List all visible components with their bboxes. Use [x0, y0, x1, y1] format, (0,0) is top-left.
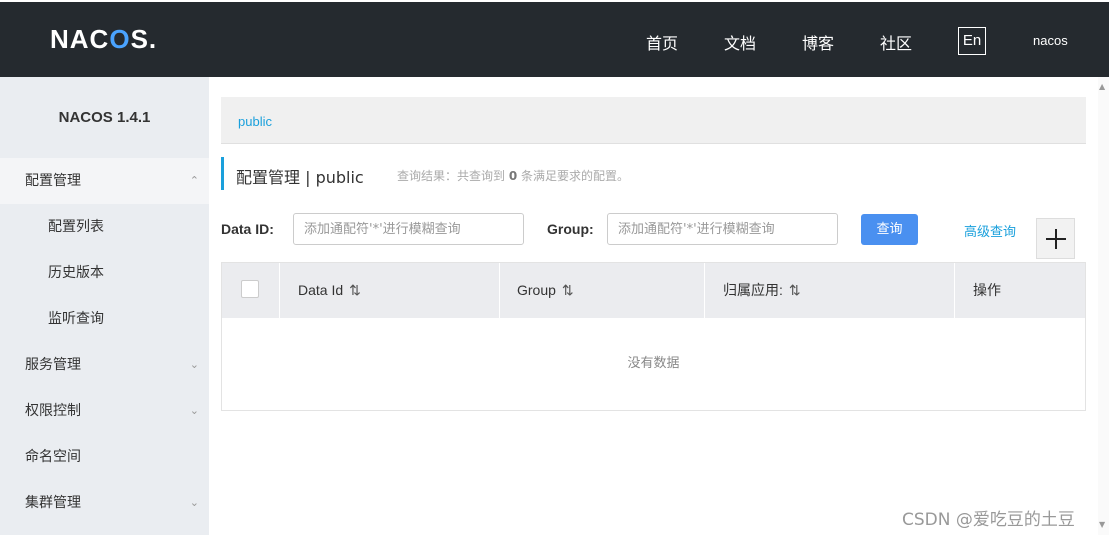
chevron-down-icon: ⌄: [189, 496, 199, 509]
chevron-down-icon: ⌄: [189, 358, 199, 371]
sort-icon[interactable]: ⇅: [562, 282, 574, 298]
plus-icon: [1045, 229, 1066, 249]
sidebar-item-label: 监听查询: [48, 311, 104, 327]
config-table: Data Id ⇅ Group ⇅ 归属应用: ⇅ 操作 没有数据: [221, 262, 1086, 411]
sidebar-item-history-versions[interactable]: 历史版本: [0, 250, 209, 296]
sidebar-title: NACOS 1.4.1: [58, 109, 151, 126]
namespace-bar: public: [221, 97, 1086, 144]
page-title: 配置管理 | public: [236, 168, 364, 187]
scroll-down-icon[interactable]: ▼: [1099, 520, 1105, 529]
language-switch-button[interactable]: En: [958, 27, 986, 55]
query-result-count: 0: [508, 169, 518, 183]
scrollbar[interactable]: [1098, 77, 1109, 535]
sidebar-item-label: 权限控制: [25, 403, 81, 419]
empty-state-text: 没有数据: [627, 356, 680, 371]
sidebar-item-namespace[interactable]: 命名空间: [0, 434, 209, 480]
sort-icon[interactable]: ⇅: [349, 282, 361, 298]
sidebar-item-config-management[interactable]: 配置管理 ⌃: [0, 158, 209, 204]
query-button[interactable]: 查询: [861, 214, 918, 245]
advanced-query-link[interactable]: 高级查询: [964, 221, 1016, 240]
sidebar-item-label: 配置列表: [48, 219, 104, 235]
sidebar-item-label: 命名空间: [25, 449, 81, 465]
sidebar-item-config-list[interactable]: 配置列表: [0, 204, 209, 250]
column-header-group[interactable]: Group ⇅: [517, 263, 574, 318]
nav-home[interactable]: 首页: [646, 30, 678, 54]
sidebar-item-listener-query[interactable]: 监听查询: [0, 296, 209, 342]
sidebar-item-access-control[interactable]: 权限控制 ⌄: [0, 388, 209, 434]
sidebar-item-service-management[interactable]: 服务管理 ⌄: [0, 342, 209, 388]
sidebar-item-cluster-management[interactable]: 集群管理 ⌄: [0, 480, 209, 526]
select-all-checkbox[interactable]: [241, 280, 259, 298]
column-header-actions: 操作: [973, 282, 1001, 298]
dataid-label: Data ID:: [221, 221, 274, 237]
sidebar: NACOS 1.4.1 配置管理 ⌃ 配置列表 历史版本 监听查询 服务管理 ⌄…: [0, 77, 209, 535]
group-input[interactable]: [607, 213, 838, 245]
sort-icon[interactable]: ⇅: [789, 282, 801, 298]
namespace-link-public[interactable]: public: [238, 114, 272, 129]
scroll-up-icon[interactable]: ▲: [1099, 82, 1105, 91]
nav-docs[interactable]: 文档: [724, 30, 756, 54]
sidebar-item-label: 集群管理: [25, 495, 81, 511]
group-label: Group:: [547, 221, 594, 237]
query-result-text: 查询结果：共查询到 0 条满足要求的配置。: [397, 169, 630, 183]
add-config-button[interactable]: [1036, 218, 1075, 259]
nacos-logo[interactable]: NACOS.: [50, 24, 157, 55]
nav-community[interactable]: 社区: [880, 30, 912, 54]
column-header-dataid[interactable]: Data Id ⇅: [298, 263, 361, 318]
sidebar-item-label: 历史版本: [48, 265, 104, 281]
title-accent-bar: [221, 157, 224, 190]
top-header: NACOS. 首页 文档 博客 社区 En nacos: [0, 0, 1109, 77]
table-header: Data Id ⇅ Group ⇅ 归属应用: ⇅ 操作: [222, 263, 1085, 318]
nav-blog[interactable]: 博客: [802, 30, 834, 54]
sidebar-item-label: 配置管理: [25, 173, 81, 189]
chevron-up-icon: ⌃: [189, 174, 199, 187]
chevron-down-icon: ⌄: [189, 404, 199, 417]
watermark: CSDN @爱吃豆的土豆: [902, 510, 1075, 530]
dataid-input[interactable]: [293, 213, 524, 245]
sidebar-item-label: 服务管理: [25, 357, 81, 373]
user-name[interactable]: nacos: [1033, 33, 1068, 48]
column-header-app[interactable]: 归属应用: ⇅: [723, 263, 801, 318]
